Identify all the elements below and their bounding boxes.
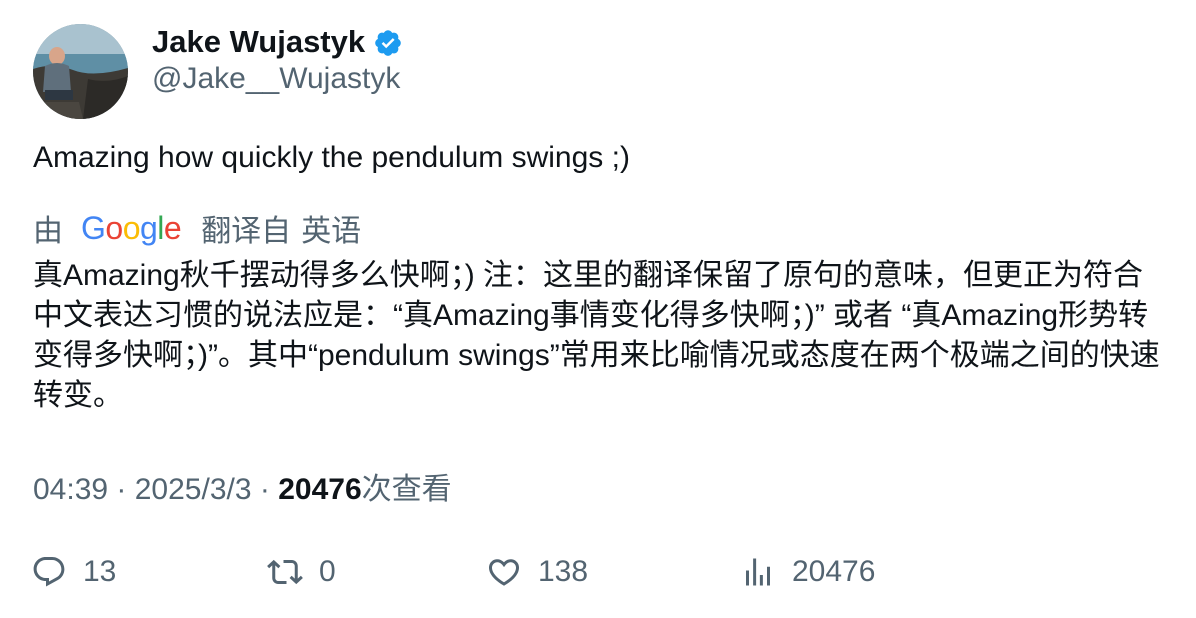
retweet-count: 0	[319, 555, 336, 588]
reply-button[interactable]: 13	[31, 548, 116, 596]
retweet-button[interactable]: 0	[267, 548, 336, 596]
views-action-count: 20476	[792, 555, 876, 588]
translated-from-label: 翻译自	[201, 215, 292, 248]
reply-count: 13	[83, 555, 117, 588]
like-count: 138	[538, 555, 589, 588]
author-name-row[interactable]: Jake Wujastyk	[152, 22, 403, 62]
source-language: 英语	[301, 215, 362, 248]
google-logo-icon: Google	[81, 209, 182, 246]
tweet-time[interactable]: 04:39	[33, 473, 108, 506]
views-button[interactable]: 20476	[740, 548, 875, 596]
views-label: 次查看	[361, 473, 452, 506]
like-button[interactable]: 138	[486, 548, 588, 596]
heart-icon	[488, 559, 520, 586]
retweet-icon	[267, 559, 303, 585]
views-count: 20476	[278, 473, 362, 506]
avatar[interactable]	[33, 24, 128, 119]
tweet-text: Amazing how quickly the pendulum swings …	[33, 141, 630, 174]
analytics-icon	[746, 558, 770, 586]
meta-separator: ·	[108, 473, 135, 506]
tweet-meta: 04:39 · 2025/3/3 · 20476次查看	[33, 464, 452, 508]
author-handle[interactable]: @Jake__Wujastyk	[152, 62, 400, 96]
reply-icon	[33, 557, 65, 587]
tweet-date[interactable]: 2025/3/3	[135, 473, 252, 506]
verified-badge-icon	[373, 28, 403, 58]
avatar-photo	[33, 24, 128, 119]
action-bar: 13 0 138 20476	[0, 548, 1196, 596]
translation-attribution: 由 Google 翻译自 英语	[33, 206, 361, 250]
translated-text: 真Amazing秋千摆动得多么快啊；) 注：这里的翻译保留了原句的意味，但更正为…	[33, 259, 1160, 412]
meta-separator: ·	[251, 473, 279, 506]
author-display-name[interactable]: Jake Wujastyk	[152, 24, 365, 60]
translated-by-label: 由	[33, 215, 63, 248]
